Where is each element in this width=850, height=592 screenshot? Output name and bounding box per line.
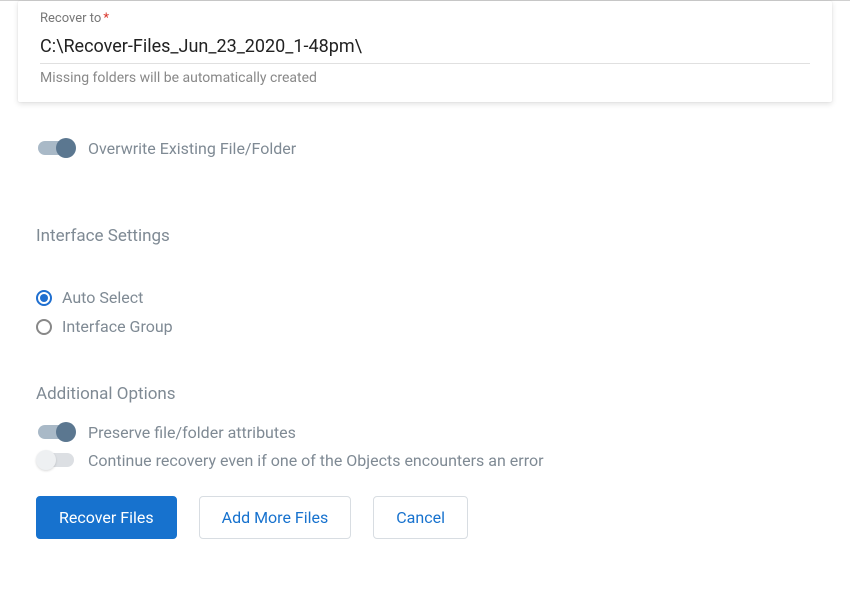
continue-on-error-label: Continue recovery even if one of the Obj… xyxy=(88,451,544,470)
radio-icon xyxy=(36,290,52,306)
add-more-files-button[interactable]: Add More Files xyxy=(199,496,352,539)
recover-to-input[interactable]: C:\Recover-Files_Jun_23_2020_1-48pm\ xyxy=(40,32,810,64)
radio-label-auto: Auto Select xyxy=(62,288,143,307)
radio-icon xyxy=(36,319,52,335)
recover-to-label: Recover to* xyxy=(40,11,810,26)
additional-options-title: Additional Options xyxy=(36,384,814,404)
overwrite-toggle-row: Overwrite Existing File/Folder xyxy=(36,138,814,158)
preserve-attributes-toggle[interactable] xyxy=(36,422,76,442)
recover-files-button[interactable]: Recover Files xyxy=(36,496,177,539)
radio-label-group: Interface Group xyxy=(62,317,173,336)
action-button-row: Recover Files Add More Files Cancel xyxy=(0,496,850,539)
required-star: * xyxy=(103,11,109,26)
preserve-attributes-row: Preserve file/folder attributes xyxy=(36,422,814,442)
continue-on-error-row: Continue recovery even if one of the Obj… xyxy=(36,450,814,470)
interface-settings-title: Interface Settings xyxy=(36,226,814,246)
overwrite-toggle[interactable] xyxy=(36,138,76,158)
cancel-button[interactable]: Cancel xyxy=(373,496,468,539)
radio-auto-select[interactable]: Auto Select xyxy=(36,288,814,307)
recover-to-hint: Missing folders will be automatically cr… xyxy=(40,70,810,86)
preserve-attributes-label: Preserve file/folder attributes xyxy=(88,423,296,442)
continue-on-error-toggle[interactable] xyxy=(36,450,76,470)
radio-interface-group[interactable]: Interface Group xyxy=(36,317,814,336)
recover-to-card: Recover to* C:\Recover-Files_Jun_23_2020… xyxy=(18,1,832,102)
overwrite-label: Overwrite Existing File/Folder xyxy=(88,139,296,158)
